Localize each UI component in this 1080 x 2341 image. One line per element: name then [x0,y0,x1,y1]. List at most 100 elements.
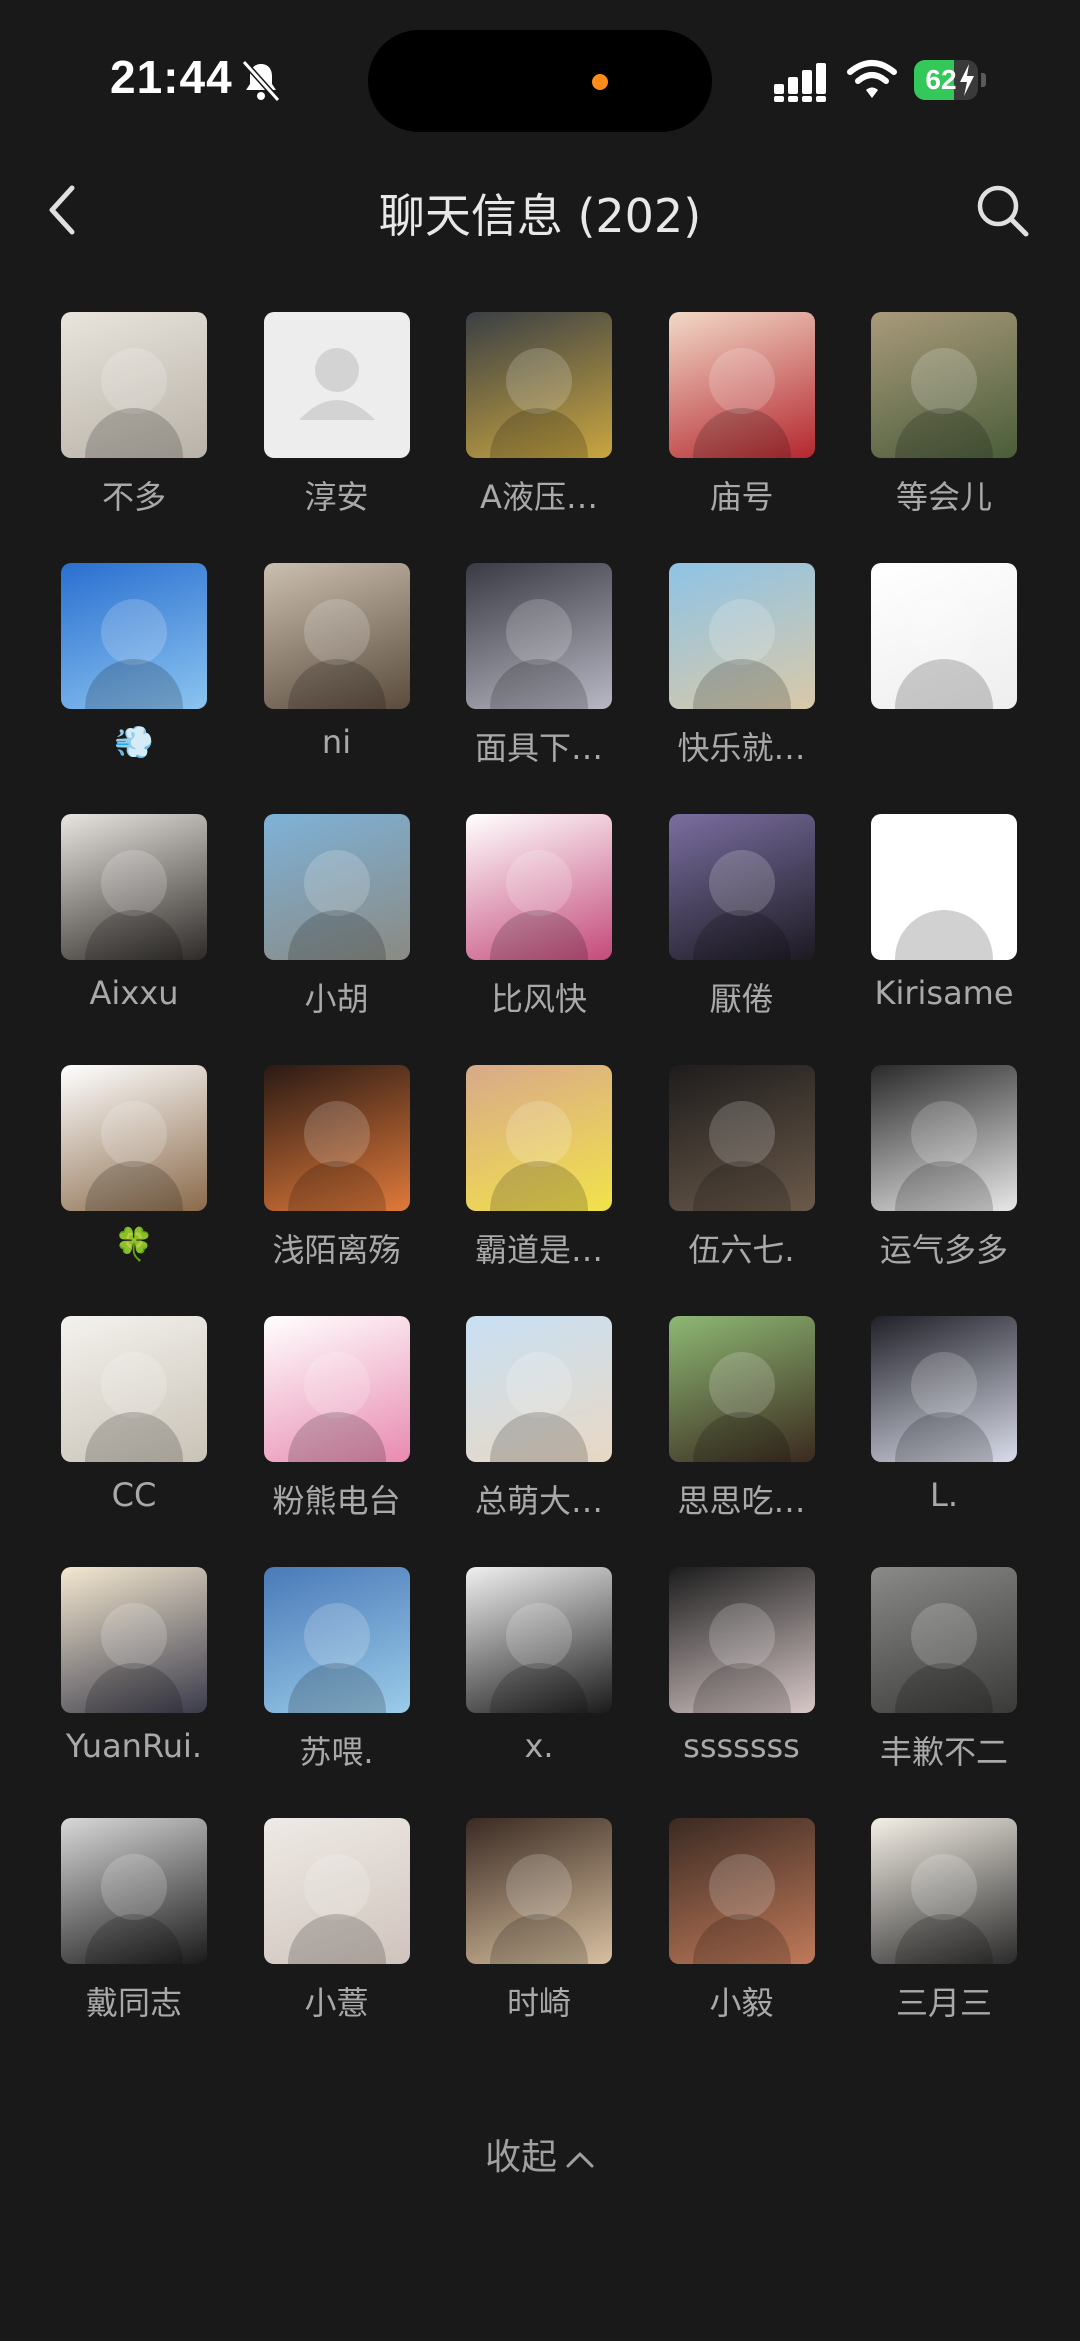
member-item[interactable]: 💨 [28,563,228,783]
member-item[interactable]: 苏喂. [231,1567,431,1787]
avatar-photo [911,599,977,665]
member-avatar[interactable] [263,1065,410,1211]
member-item[interactable]: x. [433,1567,633,1787]
member-avatar[interactable] [668,1065,815,1211]
avatar-photo [708,348,775,414]
member-item[interactable]: YuanRui. [28,1567,228,1787]
privacy-indicator [592,74,608,90]
member-name: Aixxu [89,974,179,1012]
member-avatar[interactable] [466,1065,612,1211]
member-avatar[interactable] [466,1818,612,1964]
member-item[interactable]: L. [838,1316,1038,1536]
member-item[interactable]: 三月三 [838,1818,1038,2038]
member-avatar[interactable] [466,563,612,709]
member-item[interactable]: 等会儿 [838,312,1038,532]
member-avatar[interactable] [871,563,1017,709]
member-item[interactable]: Aixxu [28,814,228,1034]
member-item[interactable]: 丰歉不二 [838,1567,1038,1787]
member-avatar[interactable] [466,312,612,458]
member-item[interactable]: 厭倦 [636,814,836,1034]
member-item[interactable]: 思思吃… [636,1316,836,1536]
avatar-photo [708,850,775,916]
member-avatar[interactable] [668,1316,815,1462]
member-avatar[interactable] [871,1567,1017,1713]
member-item[interactable]: CC [28,1316,228,1536]
status-bar: 21:44 62 [0,0,1080,160]
member-item[interactable]: 淳安 [231,312,431,532]
member-avatar[interactable] [668,312,815,458]
avatar-photo [708,1101,775,1167]
collapse-label: 收起 [484,2137,557,2178]
member-name: 比风快 [490,980,587,1018]
member-avatar[interactable] [668,1567,815,1713]
member-avatar[interactable] [263,1567,410,1713]
avatar-photo [506,599,572,665]
bell-muted-icon [241,59,281,103]
member-item[interactable]: 面具下… [433,563,633,783]
member-name: 伍六七. [688,1231,795,1269]
chevron-up-icon [566,2152,594,2168]
member-avatar[interactable] [871,1818,1017,1964]
avatar-photo [911,1854,977,1920]
member-avatar[interactable] [61,814,207,960]
member-item[interactable]: 比风快 [433,814,633,1034]
member-name: Kirisame [874,974,1014,1012]
member-avatar[interactable] [871,312,1017,458]
member-item[interactable]: 浅陌离殇 [231,1065,431,1285]
navigation-bar: 聊天信息 (202) [0,160,1080,260]
member-avatar[interactable] [871,1065,1017,1211]
member-avatar[interactable] [263,1316,410,1462]
avatar-photo [506,1603,572,1669]
member-item[interactable]: A液压… [433,312,633,532]
member-avatar[interactable] [61,1065,207,1211]
member-avatar[interactable] [61,1567,207,1713]
member-avatar[interactable] [668,1818,815,1964]
member-name: 小毅 [709,1984,774,2022]
member-item[interactable]: 小薏 [231,1818,431,2038]
member-avatar[interactable] [466,1567,612,1713]
member-item[interactable]: 不多 [28,312,228,532]
member-avatar[interactable] [61,563,207,709]
member-avatar[interactable] [263,1818,410,1964]
member-name: 淳安 [304,478,369,516]
cellular-signal-icon [774,63,826,102]
member-avatar[interactable] [61,312,207,458]
member-item[interactable]: Kirisame [838,814,1038,1034]
member-name: 霸道是… [474,1231,603,1269]
member-item[interactable]: ni [231,563,431,783]
member-item[interactable]: 时崎 [433,1818,633,2038]
member-name: 小胡 [304,980,369,1018]
member-avatar[interactable] [871,1316,1017,1462]
member-item[interactable]: 快乐就… [636,563,836,783]
member-item[interactable]: 运气多多 [838,1065,1038,1285]
member-avatar[interactable] [466,814,612,960]
member-avatar[interactable] [668,563,815,709]
member-item[interactable]: 粉熊电台 [231,1316,431,1536]
avatar-photo [911,850,977,916]
member-item[interactable]: 小毅 [636,1818,836,2038]
clock: 21:44 [110,51,233,103]
member-item[interactable]: 霸道是… [433,1065,633,1285]
member-item[interactable]: 小胡 [231,814,431,1034]
avatar-photo [708,1352,775,1418]
collapse-button[interactable]: 收起 [0,2128,1080,2180]
member-item[interactable]: 戴同志 [28,1818,228,2038]
member-avatar[interactable] [263,563,410,709]
member-avatar[interactable] [871,814,1017,960]
member-avatar[interactable] [263,814,410,960]
search-icon[interactable] [972,180,1032,240]
member-item[interactable] [838,563,1038,783]
member-avatar[interactable] [61,1818,207,1964]
member-item[interactable]: 庙号 [636,312,836,532]
member-name: 浅陌离殇 [272,1231,401,1269]
member-avatar[interactable] [263,312,410,458]
member-avatar[interactable] [466,1316,612,1462]
member-avatar[interactable] [61,1316,207,1462]
avatar-photo [506,850,572,916]
member-avatar[interactable] [668,814,815,960]
member-item[interactable]: 🍀 [28,1065,228,1285]
member-item[interactable]: 总萌大… [433,1316,633,1536]
member-item[interactable]: 伍六七. [636,1065,836,1285]
avatar-photo [303,599,370,665]
member-item[interactable]: sssssss [636,1567,836,1787]
